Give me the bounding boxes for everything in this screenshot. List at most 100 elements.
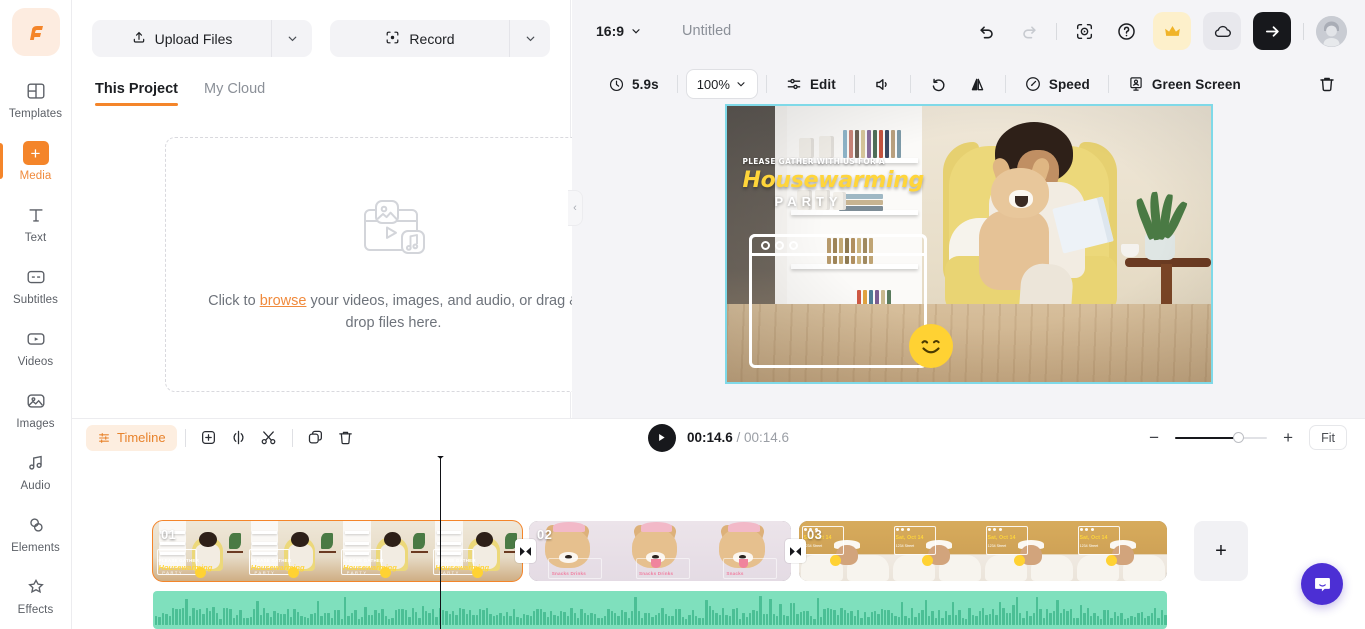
record-main[interactable]: Record — [330, 20, 509, 57]
timeline-clip-01[interactable]: PLEASE GATHER Housewarming PARTY PLEASE GA… — [152, 520, 523, 582]
record-button[interactable]: Record — [330, 20, 550, 57]
waveform-bar — [877, 614, 880, 625]
cut-button[interactable] — [254, 424, 284, 452]
split-button[interactable] — [224, 424, 254, 452]
video-canvas[interactable]: PLEASE GATHER WITH US FOR A Housewarming… — [724, 104, 1213, 384]
app-logo[interactable] — [11, 8, 60, 56]
zoom-out-button[interactable]: − — [1144, 428, 1164, 448]
chevron-down-icon — [288, 36, 296, 42]
timeline-clip-02[interactable]: Snacks Drinks Snacks Drinks Snacks 02 — [529, 521, 791, 581]
audio-track[interactable] — [153, 591, 1167, 629]
panel-collapse-handle[interactable]: ‹ — [568, 190, 583, 226]
volume-button[interactable] — [863, 69, 902, 99]
waveform-bar — [833, 610, 836, 625]
waveform-bar — [499, 612, 502, 625]
green-screen-button[interactable]: Green Screen — [1117, 69, 1251, 99]
waveform-bar — [755, 611, 759, 625]
waveform-bar — [1066, 611, 1069, 625]
project-title[interactable]: Untitled — [682, 23, 731, 39]
record-label: Record — [409, 30, 455, 47]
waveform-bar — [239, 609, 242, 625]
transition-marker-2[interactable] — [785, 539, 806, 563]
volume-icon — [876, 78, 887, 90]
sidebar-item-templates[interactable]: Templates — [0, 68, 72, 130]
add-clip-button[interactable]: + — [1194, 521, 1248, 581]
waveform-bar — [786, 616, 789, 625]
add-media-button[interactable] — [194, 424, 224, 452]
waveform-bar — [654, 615, 657, 625]
speed-button[interactable]: Speed — [1014, 69, 1100, 99]
clip-frame: Sat, Oct 14 1234 Street — [983, 521, 1075, 581]
sidebar-item-subtitles[interactable]: Subtitles — [0, 254, 72, 316]
tab-my-cloud[interactable]: My Cloud — [204, 81, 265, 106]
waveform-bar — [1073, 618, 1076, 625]
edit-button[interactable]: Edit — [775, 69, 846, 99]
waveform-bar — [276, 613, 279, 625]
sidebar-item-effects[interactable]: Effects — [0, 564, 72, 626]
zoom-level-selector[interactable]: 100% — [685, 69, 758, 99]
delete-clip-button[interactable] — [1307, 69, 1347, 99]
sidebar-item-images[interactable]: Images — [0, 378, 72, 440]
waveform-bar — [792, 603, 796, 625]
sidebar-item-text[interactable]: Text — [0, 192, 72, 254]
waveform-bar — [502, 615, 505, 625]
play-button[interactable] — [647, 423, 676, 452]
redo-button[interactable] — [1014, 16, 1044, 46]
slider-knob[interactable] — [1233, 432, 1245, 443]
sidebar-item-audio[interactable]: Audio — [0, 440, 72, 502]
duration-control[interactable]: 5.9s — [598, 69, 669, 99]
delete-button[interactable] — [331, 424, 361, 452]
chat-support-button[interactable] — [1301, 563, 1343, 605]
waveform-bar — [944, 611, 948, 625]
timeline-tab[interactable]: Timeline — [86, 424, 177, 451]
green-screen-label: Green Screen — [1151, 76, 1241, 92]
waveform-bar — [495, 615, 499, 625]
media-dropzone[interactable]: Click to browse your videos, images, and… — [165, 137, 622, 392]
fit-button[interactable]: Fit — [1309, 425, 1347, 450]
sidebar-item-label: Videos — [17, 356, 54, 368]
zoom-in-button[interactable]: + — [1278, 428, 1298, 448]
upload-dropdown-toggle[interactable] — [272, 20, 312, 57]
waveform-bar — [229, 608, 232, 625]
export-button[interactable] — [1253, 12, 1291, 50]
sidebar-item-media[interactable]: + Media — [0, 130, 72, 192]
aspect-ratio-selector[interactable]: 16:9 — [596, 23, 642, 39]
audio-icon — [25, 450, 47, 476]
waveform-bar — [1100, 618, 1103, 625]
flip-button[interactable] — [958, 69, 997, 99]
cloud-save-button[interactable] — [1203, 12, 1241, 50]
upload-files-main[interactable]: Upload Files — [92, 20, 271, 57]
undo-button[interactable] — [972, 16, 1002, 46]
chevron-down-icon — [632, 29, 640, 34]
tab-this-project[interactable]: This Project — [95, 81, 178, 106]
waveform-bar — [924, 600, 927, 625]
timeline-zoom-slider[interactable] — [1175, 431, 1268, 445]
avatar[interactable] — [1316, 15, 1347, 47]
browse-link[interactable]: browse — [260, 293, 307, 309]
waveform-bar — [222, 608, 225, 625]
sidebar-item-videos[interactable]: Videos — [0, 316, 72, 378]
waveform-bar — [931, 610, 934, 625]
upgrade-button[interactable] — [1153, 12, 1191, 50]
rotate-icon — [932, 78, 945, 91]
waveform-bar — [246, 617, 249, 625]
waveform-bar — [1164, 614, 1167, 625]
waveform-bar — [728, 615, 732, 625]
waveform-bar — [941, 618, 944, 625]
waveform-bar — [1052, 611, 1056, 625]
split-icon — [233, 430, 244, 445]
sidebar-item-elements[interactable]: Elements — [0, 502, 72, 564]
record-dropdown-toggle[interactable] — [510, 20, 550, 57]
transition-marker-1[interactable] — [515, 539, 536, 563]
waveform-bar — [840, 607, 843, 625]
timeline-clip-03[interactable]: Sat, Oct 14 1234 Street Sat, Oct 14 1234 S… — [799, 521, 1167, 581]
upload-row: Upload Files Record — [92, 20, 550, 57]
images-icon — [25, 388, 47, 414]
waveform-bar — [310, 614, 313, 625]
chevron-left-icon: ‹ — [573, 202, 577, 214]
help-button[interactable] — [1111, 16, 1141, 46]
preview-button[interactable] — [1069, 16, 1099, 46]
rotate-button[interactable] — [919, 69, 958, 99]
duplicate-button[interactable] — [301, 424, 331, 452]
upload-files-button[interactable]: Upload Files — [92, 20, 312, 57]
